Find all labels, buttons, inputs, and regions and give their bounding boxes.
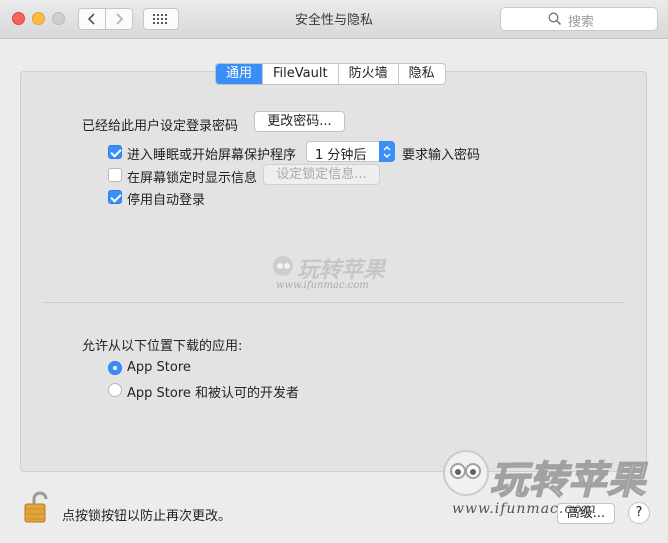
watermark-logo-large-icon: [443, 450, 489, 496]
show-message-label: 在屏幕锁定时显示信息: [127, 171, 258, 186]
search-placeholder: 搜索: [568, 15, 595, 30]
chevron-left-icon: [87, 13, 95, 25]
zoom-window-button[interactable]: [52, 12, 65, 25]
chevron-right-icon: [116, 13, 124, 25]
divider: [42, 302, 624, 303]
minimize-window-button[interactable]: [32, 12, 45, 25]
radio-dot-icon: [113, 366, 117, 370]
tab-bar: 通用 FileVault 防火墙 隐私: [215, 63, 446, 85]
show-all-button[interactable]: [143, 8, 179, 30]
radio-app-store-identified[interactable]: [108, 383, 122, 397]
title-bar: 安全性与隐私 搜索: [0, 0, 668, 39]
disable-autologin-checkbox[interactable]: [108, 190, 122, 204]
show-message-checkbox[interactable]: [108, 168, 122, 182]
tab-filevault[interactable]: FileVault: [263, 64, 339, 84]
lock-hint-text: 点按锁按钮以防止再次更改。: [62, 509, 232, 524]
password-delay-value: 1 分钟后: [315, 148, 367, 163]
watermark: 玩转苹果 www.ifunmac.com: [270, 248, 395, 300]
radio-app-store[interactable]: [108, 361, 122, 375]
unlocked-lock-icon[interactable]: [24, 491, 48, 523]
checkmark-icon: [110, 146, 122, 158]
watermark-large-brand: 玩转苹果: [489, 457, 647, 503]
watermark-url: www.ifunmac.com: [276, 280, 369, 291]
password-delay-select[interactable]: 1 分钟后: [306, 141, 395, 163]
require-password-suffix: 要求输入密码: [402, 148, 481, 163]
disable-autologin-label: 停用自动登录: [127, 193, 206, 208]
set-lock-message-button[interactable]: 设定锁定信息...: [263, 164, 380, 185]
watermark-large-url: www.ifunmac.com: [452, 501, 597, 517]
require-password-label: 进入睡眠或开始屏幕保护程序: [127, 148, 297, 163]
tab-general[interactable]: 通用: [216, 64, 264, 84]
downloads-heading: 允许从以下位置下载的应用:: [82, 339, 243, 354]
change-password-button[interactable]: 更改密码...: [254, 111, 345, 132]
back-button[interactable]: [78, 8, 106, 30]
select-arrows-icon: [379, 141, 395, 162]
forward-button[interactable]: [105, 8, 133, 30]
password-set-label: 已经给此用户设定登录密码: [82, 119, 239, 134]
search-icon: [548, 12, 562, 26]
window-title: 安全性与隐私: [294, 13, 373, 28]
radio-app-store-label: App Store: [127, 360, 191, 375]
require-password-checkbox[interactable]: [108, 145, 122, 159]
search-field[interactable]: 搜索: [500, 7, 658, 31]
checkmark-icon: [110, 191, 122, 203]
tab-privacy[interactable]: 隐私: [399, 64, 445, 84]
grid-icon: [153, 14, 167, 24]
radio-app-store-identified-label: App Store 和被认可的开发者: [127, 386, 300, 401]
help-button[interactable]: ?: [628, 502, 650, 524]
close-window-button[interactable]: [12, 12, 25, 25]
tab-firewall[interactable]: 防火墙: [339, 64, 399, 84]
